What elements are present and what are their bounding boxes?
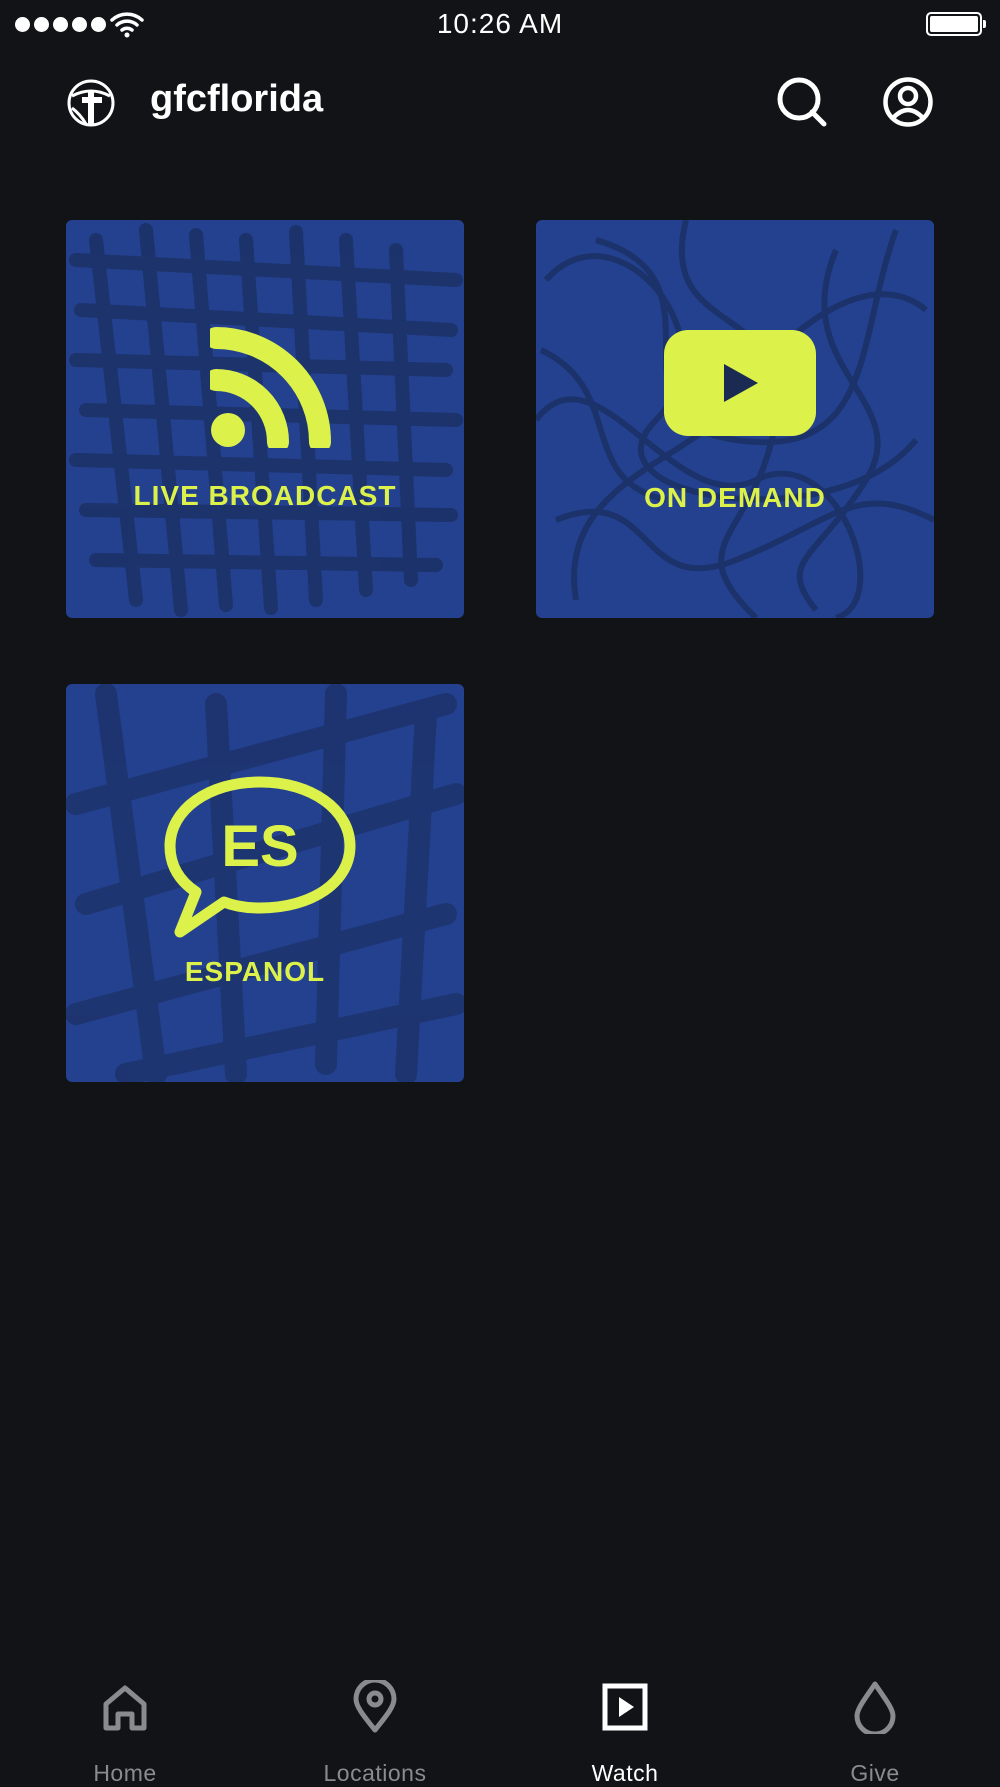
home-icon [103,1685,147,1731]
es-badge: ES [221,814,298,879]
es-speech-bubble-icon: ES [164,776,356,938]
tab-label: Watch [591,1760,659,1786]
live-broadcast-tile[interactable]: LIVE BROADCAST [66,220,464,618]
rss-broadcast-icon [210,327,331,448]
app-title: gfcflorida [150,78,324,120]
bottom-tab-bar: Home Locations Watch Give [0,1656,1000,1786]
tab-give[interactable]: Give [750,1656,1000,1786]
tab-watch[interactable]: Watch [500,1656,750,1786]
tile-label: ON DEMAND [644,482,826,513]
drop-icon [854,1681,896,1734]
tab-home[interactable]: Home [0,1656,250,1786]
play-square-icon [602,1683,648,1731]
location-pin-icon [353,1680,397,1733]
on-demand-tile[interactable]: ON DEMAND [536,220,934,618]
account-icon[interactable] [882,76,934,128]
status-time: 10:26 AM [436,8,564,39]
status-bar: 10:26 AM [0,0,1000,50]
tab-label: Give [850,1760,900,1786]
tab-label: Home [93,1760,157,1786]
battery-icon [926,12,986,36]
tile-label: ESPANOL [184,956,326,987]
search-icon[interactable] [774,74,830,130]
tile-label: LIVE BROADCAST [133,480,397,511]
tab-label: Locations [323,1760,427,1786]
espanol-tile[interactable]: ES ESPANOL [66,684,464,1082]
globe-cross-icon[interactable] [66,78,116,128]
tab-locations[interactable]: Locations [250,1656,500,1786]
youtube-play-icon [664,330,816,436]
